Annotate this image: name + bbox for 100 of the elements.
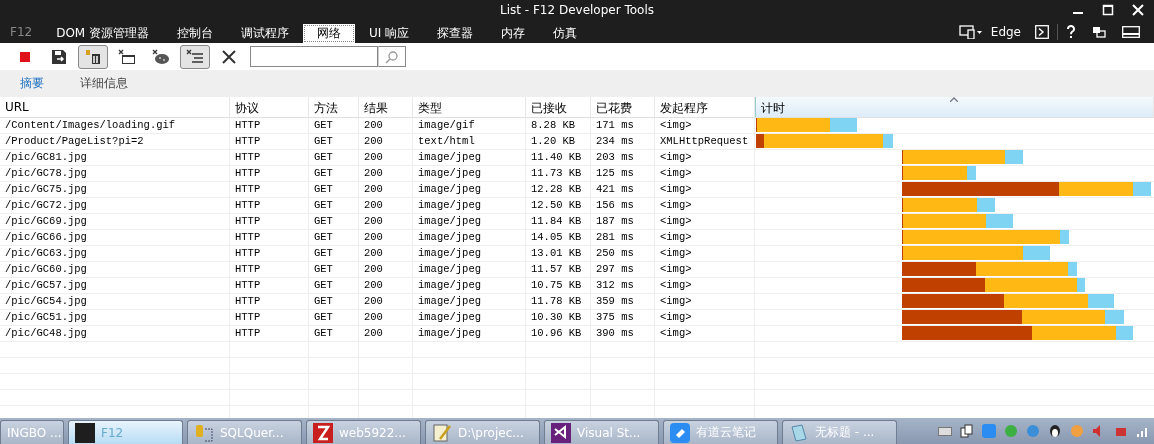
table-cell: <img> bbox=[655, 310, 755, 325]
table-cell: 8.28 KB bbox=[526, 118, 591, 133]
table-cell: 10.75 KB bbox=[526, 278, 591, 293]
notepad-icon bbox=[432, 422, 452, 443]
column-header[interactable]: 结果 bbox=[359, 97, 413, 117]
table-cell: /Content/Images/loading.gif bbox=[0, 118, 230, 133]
table-cell: image/jpeg bbox=[413, 278, 526, 293]
table-cell: image/jpeg bbox=[413, 294, 526, 309]
device-icon[interactable] bbox=[958, 24, 983, 39]
list-button[interactable] bbox=[180, 44, 210, 69]
undock-icon[interactable] bbox=[1092, 25, 1106, 38]
maximize-icon[interactable] bbox=[1102, 4, 1114, 16]
table-cell: <img> bbox=[655, 166, 755, 181]
table-cell: 359 ms bbox=[591, 294, 655, 309]
table-cell: 234 ms bbox=[591, 134, 655, 149]
table-cell: text/html bbox=[413, 134, 526, 149]
column-header[interactable]: 方法 bbox=[309, 97, 359, 117]
search-icon[interactable] bbox=[385, 49, 399, 64]
table-cell: /Product/PageList?pi=2 bbox=[0, 134, 230, 149]
table-cell: <img> bbox=[655, 262, 755, 277]
window-title: List - F12 Developer Tools bbox=[500, 3, 654, 17]
app-icon bbox=[75, 422, 95, 443]
tab[interactable]: 调试程序 bbox=[227, 24, 304, 43]
table-cell: 10.96 KB bbox=[526, 326, 591, 341]
table-cell: /pic/GC66.jpg bbox=[0, 230, 230, 245]
tab[interactable]: 摘要 bbox=[8, 75, 56, 92]
cache-button[interactable] bbox=[78, 44, 108, 69]
table-cell: <img> bbox=[655, 246, 755, 261]
table-cell: /pic/GC69.jpg bbox=[0, 214, 230, 229]
table-cell: 14.05 KB bbox=[526, 230, 591, 245]
table-cell: /pic/GC51.jpg bbox=[0, 310, 230, 325]
table-cell: 200 bbox=[359, 166, 413, 181]
table-cell: HTTP bbox=[230, 278, 309, 293]
table-cell: 312 ms bbox=[591, 278, 655, 293]
dock-icon[interactable] bbox=[1122, 25, 1140, 38]
table-cell: 375 ms bbox=[591, 310, 655, 325]
table-cell: GET bbox=[309, 166, 359, 181]
table-cell: image/jpeg bbox=[413, 182, 526, 197]
tab[interactable]: DOM 资源管理器 bbox=[42, 24, 164, 43]
column-header[interactable]: 计时 bbox=[755, 97, 1154, 117]
column-header[interactable]: 类型 bbox=[413, 97, 526, 117]
console-icon[interactable] bbox=[1035, 24, 1049, 39]
tab[interactable]: 内存 bbox=[487, 24, 540, 43]
tab[interactable]: 详细信息 bbox=[68, 75, 140, 92]
clear-cache-icon bbox=[118, 48, 136, 65]
table-cell: image/gif bbox=[413, 118, 526, 133]
table-cell: image/jpeg bbox=[413, 326, 526, 341]
table-cell: HTTP bbox=[230, 230, 309, 245]
table-cell: 200 bbox=[359, 262, 413, 277]
table-cell: HTTP bbox=[230, 166, 309, 181]
table-cell: /pic/GC78.jpg bbox=[0, 166, 230, 181]
app-icon bbox=[313, 422, 333, 443]
table-cell: <img> bbox=[655, 278, 755, 293]
table-cell: 203 ms bbox=[591, 150, 655, 165]
table-cell: 13.01 KB bbox=[526, 246, 591, 261]
penguin-icon[interactable] bbox=[1048, 424, 1062, 438]
table-cell: 200 bbox=[359, 134, 413, 149]
browser-mode-button[interactable]: Edge bbox=[990, 24, 1027, 39]
app-label: F12 bbox=[9, 24, 34, 39]
notepad-icon bbox=[789, 422, 809, 443]
tab[interactable]: 仿真 bbox=[539, 24, 592, 43]
column-header[interactable]: 已接收 bbox=[526, 97, 591, 117]
table-cell: 200 bbox=[359, 214, 413, 229]
keyboard-icon[interactable] bbox=[938, 425, 952, 437]
table-cell: GET bbox=[309, 230, 359, 245]
tab[interactable]: 控制台 bbox=[163, 24, 228, 43]
table-cell: GET bbox=[309, 326, 359, 341]
table-cell: HTTP bbox=[230, 262, 309, 277]
help-icon[interactable] bbox=[1066, 24, 1076, 39]
table-cell: 11.40 KB bbox=[526, 150, 591, 165]
table-cell: <img> bbox=[655, 182, 755, 197]
table-cell: /pic/GC60.jpg bbox=[0, 262, 230, 277]
table-cell: GET bbox=[309, 150, 359, 165]
table-cell: 171 ms bbox=[591, 118, 655, 133]
sort-icon bbox=[950, 97, 958, 102]
table-cell: HTTP bbox=[230, 198, 309, 213]
table-cell: image/jpeg bbox=[413, 198, 526, 213]
table-cell: 156 ms bbox=[591, 198, 655, 213]
table-cell: /pic/GC57.jpg bbox=[0, 278, 230, 293]
table-cell: GET bbox=[309, 294, 359, 309]
tab[interactable]: 探查器 bbox=[423, 24, 488, 43]
table-cell: 12.28 KB bbox=[526, 182, 591, 197]
table-cell: 200 bbox=[359, 326, 413, 341]
table-cell: GET bbox=[309, 246, 359, 261]
table-cell: XMLHttpRequest bbox=[655, 134, 755, 149]
table-cell: 200 bbox=[359, 246, 413, 261]
column-header[interactable]: URL bbox=[0, 97, 230, 117]
table-cell: /pic/GC54.jpg bbox=[0, 294, 230, 309]
table-cell: /pic/GC72.jpg bbox=[0, 198, 230, 213]
table-cell: image/jpeg bbox=[413, 246, 526, 261]
tab[interactable]: UI 响应 bbox=[355, 24, 424, 43]
column-header[interactable]: 协议 bbox=[230, 97, 309, 117]
search-field[interactable] bbox=[250, 46, 378, 67]
column-header[interactable]: 已花费 bbox=[591, 97, 655, 117]
close-icon[interactable] bbox=[1132, 4, 1144, 16]
table-cell: <img> bbox=[655, 294, 755, 309]
table-cell: /pic/GC63.jpg bbox=[0, 246, 230, 261]
tray-icon[interactable] bbox=[960, 424, 974, 438]
tab[interactable]: 网络 bbox=[303, 24, 356, 43]
table-cell: 11.73 KB bbox=[526, 166, 591, 181]
